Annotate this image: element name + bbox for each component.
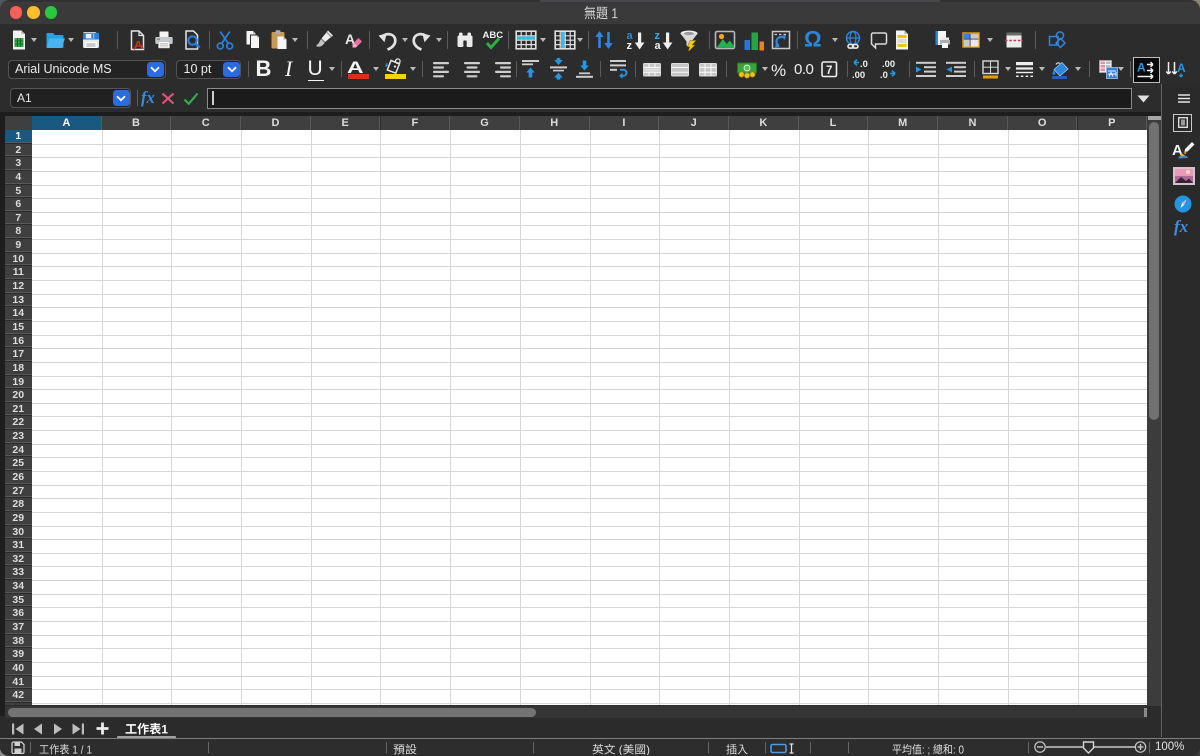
- svg-text:7: 7: [826, 65, 832, 77]
- svg-text:.0: .0: [880, 70, 888, 81]
- svg-text:ABC: ABC: [483, 30, 504, 41]
- svg-text:.00: .00: [852, 70, 865, 81]
- svg-text:z: z: [626, 40, 632, 51]
- svg-text:.0: .0: [860, 59, 868, 70]
- svg-text:A: A: [1137, 61, 1146, 75]
- svg-text:Ω: Ω: [804, 28, 822, 52]
- svg-text:a: a: [654, 40, 661, 51]
- svg-text:.00: .00: [882, 59, 895, 70]
- svg-text:A: A: [1177, 61, 1186, 75]
